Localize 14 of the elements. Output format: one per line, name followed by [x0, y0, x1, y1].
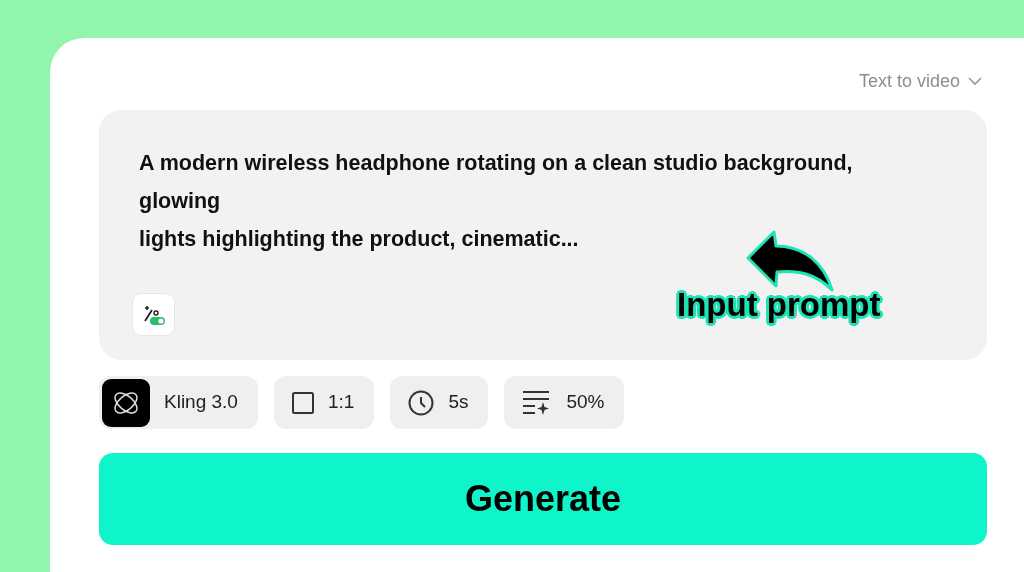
model-selector[interactable]: Kling 3.0 — [99, 376, 258, 429]
wand-toggle-icon — [141, 303, 166, 326]
square-icon — [291, 391, 314, 414]
model-logo-icon — [102, 378, 150, 427]
generate-button[interactable]: Generate — [99, 453, 987, 545]
strength-selector[interactable]: 50% — [504, 376, 625, 429]
duration-selector[interactable]: 5s — [390, 376, 489, 429]
prompt-field[interactable]: A modern wireless headphone rotating on a clean studio background, glowing lights highlighting the product, cinematic... Input prompt — [99, 110, 987, 360]
clock-icon — [408, 389, 435, 416]
chevron-down-icon — [968, 77, 982, 86]
magic-toggle-button[interactable] — [132, 293, 175, 336]
ratio-selector[interactable]: 1:1 — [273, 376, 375, 429]
prompt-text: A modern wireless headphone rotating on a clean studio background, glowing lights highlighting the product, cinematic... — [139, 150, 854, 253]
annotation-label: Input prompt — [677, 288, 881, 321]
